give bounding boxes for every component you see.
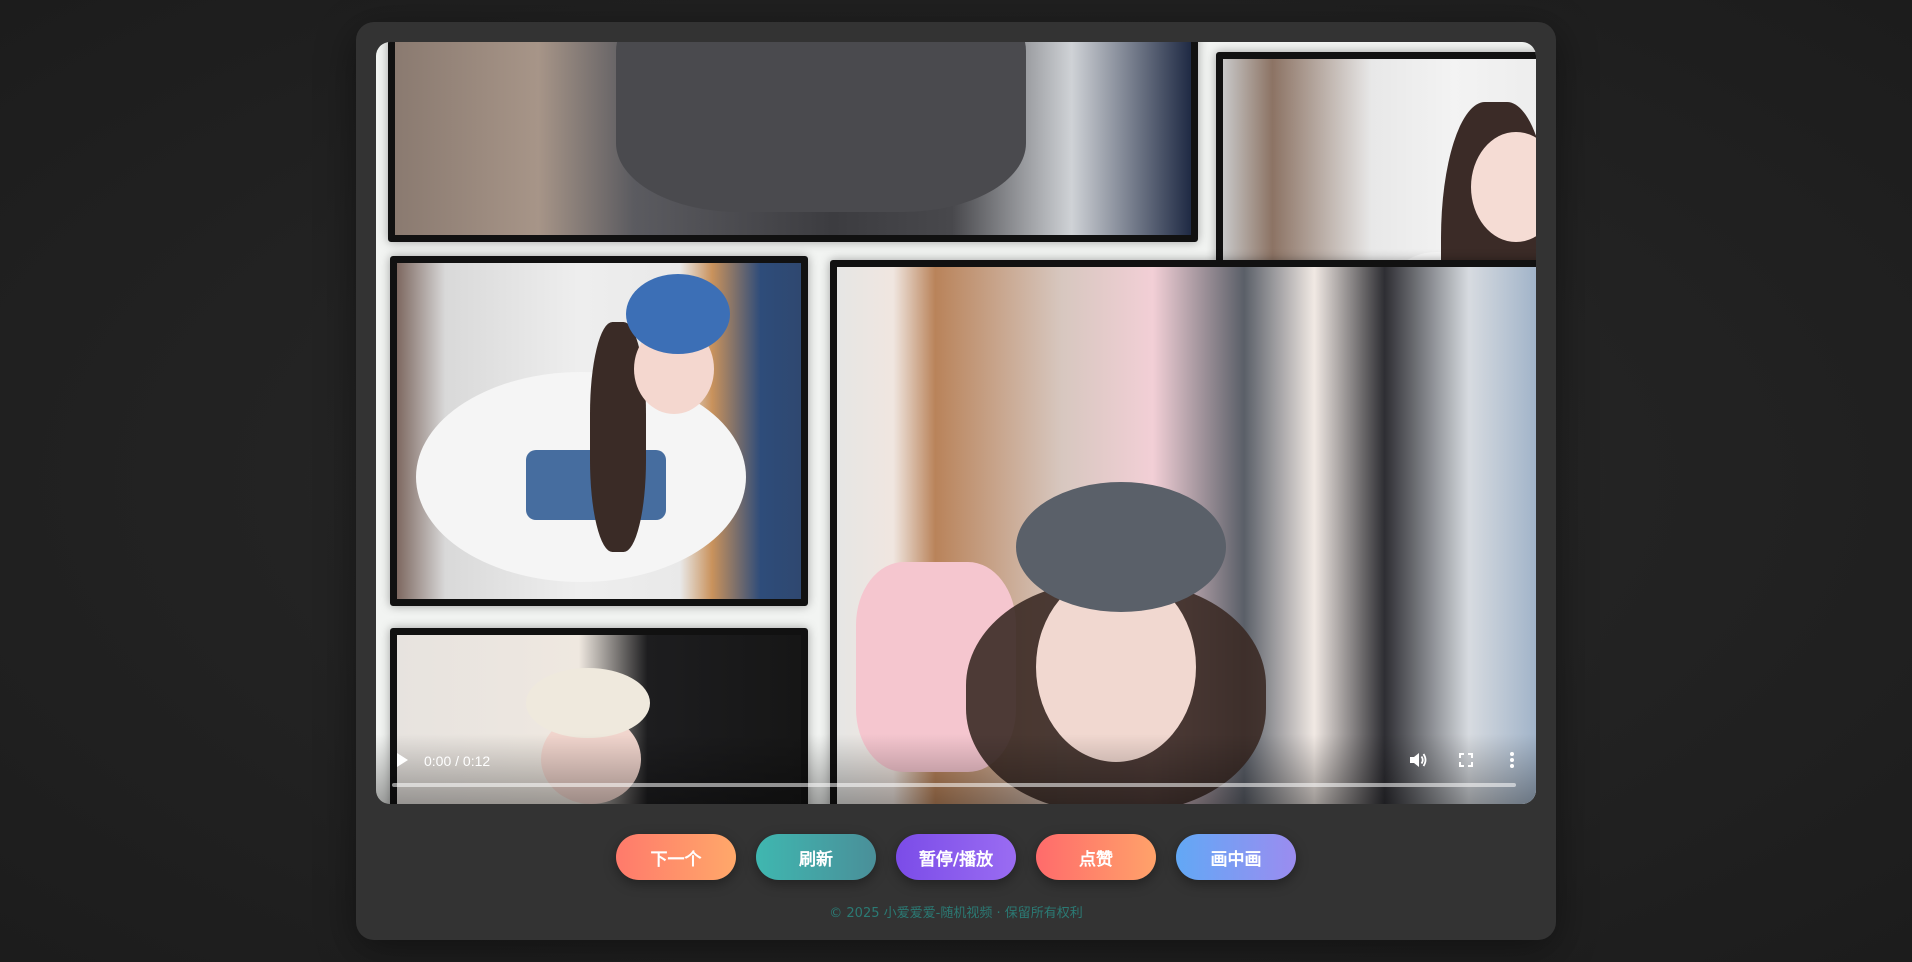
video-time-display: 0:00 / 0:12 <box>424 753 491 769</box>
video-player[interactable]: 0:00 / 0:12 <box>376 42 1536 804</box>
player-card: 0:00 / 0:12 下一个 刷新 暂停/播放 点赞 画中画 © 2025 小… <box>356 22 1556 940</box>
video-progress-bar[interactable] <box>392 783 1516 787</box>
picture-in-picture-button[interactable]: 画中画 <box>1176 834 1296 880</box>
pause-play-button[interactable]: 暂停/播放 <box>896 834 1016 880</box>
action-buttons: 下一个 刷新 暂停/播放 点赞 画中画 <box>356 834 1556 880</box>
play-icon[interactable] <box>394 752 410 768</box>
next-button[interactable]: 下一个 <box>616 834 736 880</box>
video-frame-figure <box>626 274 730 354</box>
volume-icon[interactable] <box>1408 750 1428 770</box>
page: 0:00 / 0:12 下一个 刷新 暂停/播放 点赞 画中画 © 2025 小… <box>0 0 1912 962</box>
like-button[interactable]: 点赞 <box>1036 834 1156 880</box>
video-frame-figure <box>526 668 650 738</box>
video-frame-figure <box>1016 482 1226 612</box>
video-controls-bar <box>376 734 1536 804</box>
fullscreen-icon[interactable] <box>1456 750 1476 770</box>
video-frame-figure <box>616 42 1026 212</box>
more-options-icon[interactable] <box>1502 750 1522 770</box>
footer-copyright: © 2025 小爱爱爱-随机视频 · 保留所有权利 <box>829 906 1083 921</box>
refresh-button[interactable]: 刷新 <box>756 834 876 880</box>
